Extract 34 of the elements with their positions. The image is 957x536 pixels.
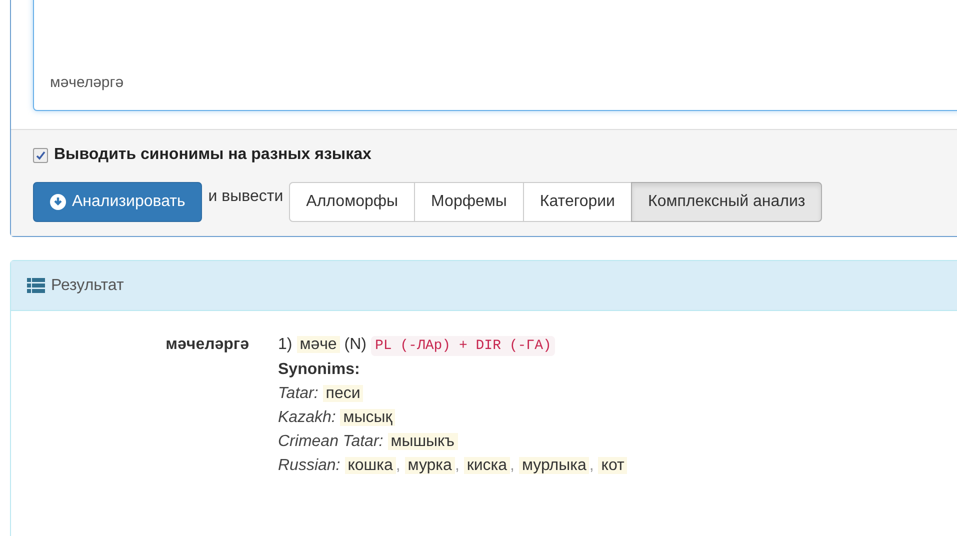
language-label: Tatar: xyxy=(278,385,318,402)
synonym: песи xyxy=(322,385,364,402)
checkbox[interactable] xyxy=(33,148,48,162)
synonyms-heading: Synonims: xyxy=(278,361,360,378)
separator: , xyxy=(454,457,460,474)
language-label: Russian: xyxy=(278,457,340,474)
part-of-speech: (N) xyxy=(344,336,366,353)
output-mode-button[interactable]: Морфемы xyxy=(414,182,524,222)
lemma: мәче xyxy=(296,336,340,353)
output-label: и вывести xyxy=(208,188,284,206)
grammar-tags: PL (-ЛАр) + DIR (-ГА) xyxy=(370,336,556,356)
synonym: мурлыка xyxy=(518,457,590,474)
synonym: мурка xyxy=(404,457,455,474)
separator: , xyxy=(396,457,400,474)
text-input-field[interactable]: мәчеләргә xyxy=(33,0,957,111)
checkbox-label: Выводить синонимы на разных языках xyxy=(54,146,372,164)
analyze-button[interactable]: Анализировать xyxy=(33,182,202,222)
synonym: мышыкъ xyxy=(388,433,458,450)
synonym: кошка xyxy=(344,457,396,474)
separator: , xyxy=(510,457,514,474)
download-icon xyxy=(50,194,66,210)
list-icon xyxy=(27,278,45,293)
synonym: мысық xyxy=(340,409,396,426)
synonym: киска xyxy=(464,457,510,474)
analyzed-word: мәчеләргә xyxy=(164,335,249,355)
output-mode-button[interactable]: Алломорфы xyxy=(289,182,416,222)
synonym: кот xyxy=(598,457,628,474)
language-label: Crimean Tatar: xyxy=(278,433,384,450)
output-mode-button[interactable]: Категории xyxy=(522,182,632,222)
language-label: Kazakh: xyxy=(278,409,336,426)
panel-title: Результат xyxy=(51,276,124,294)
separator: , xyxy=(589,457,594,474)
output-mode-button[interactable]: Комплексный анализ xyxy=(631,182,822,222)
analysis-number: 1) xyxy=(278,336,292,353)
